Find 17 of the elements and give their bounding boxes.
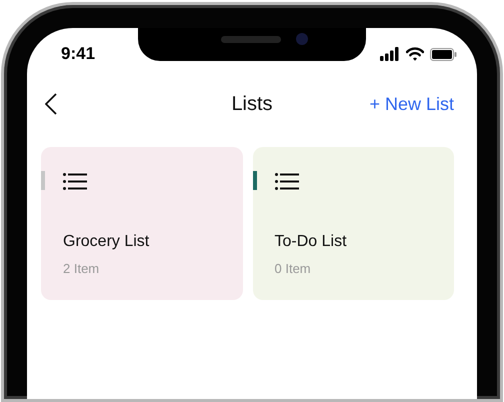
list-icon xyxy=(63,173,87,190)
new-list-link[interactable]: + New List xyxy=(369,94,454,114)
camera-dot xyxy=(296,33,308,45)
back-icon[interactable] xyxy=(45,93,57,115)
signal-icon xyxy=(380,47,400,61)
list-icon xyxy=(274,173,298,190)
wifi-icon xyxy=(406,47,424,61)
page-title: Lists xyxy=(231,92,273,116)
speaker-grille xyxy=(221,36,281,43)
list-card[interactable]: To-Do List 0 Item xyxy=(252,147,454,300)
status-time: 9:41 xyxy=(61,43,96,64)
battery-icon xyxy=(430,48,457,60)
list-card[interactable]: Grocery List 2 Item xyxy=(41,147,242,300)
list-name: To-Do List xyxy=(274,233,348,251)
item-count: 0 Item xyxy=(274,261,312,276)
list-name: Grocery List xyxy=(63,233,150,251)
item-count: 2 Item xyxy=(63,261,100,276)
